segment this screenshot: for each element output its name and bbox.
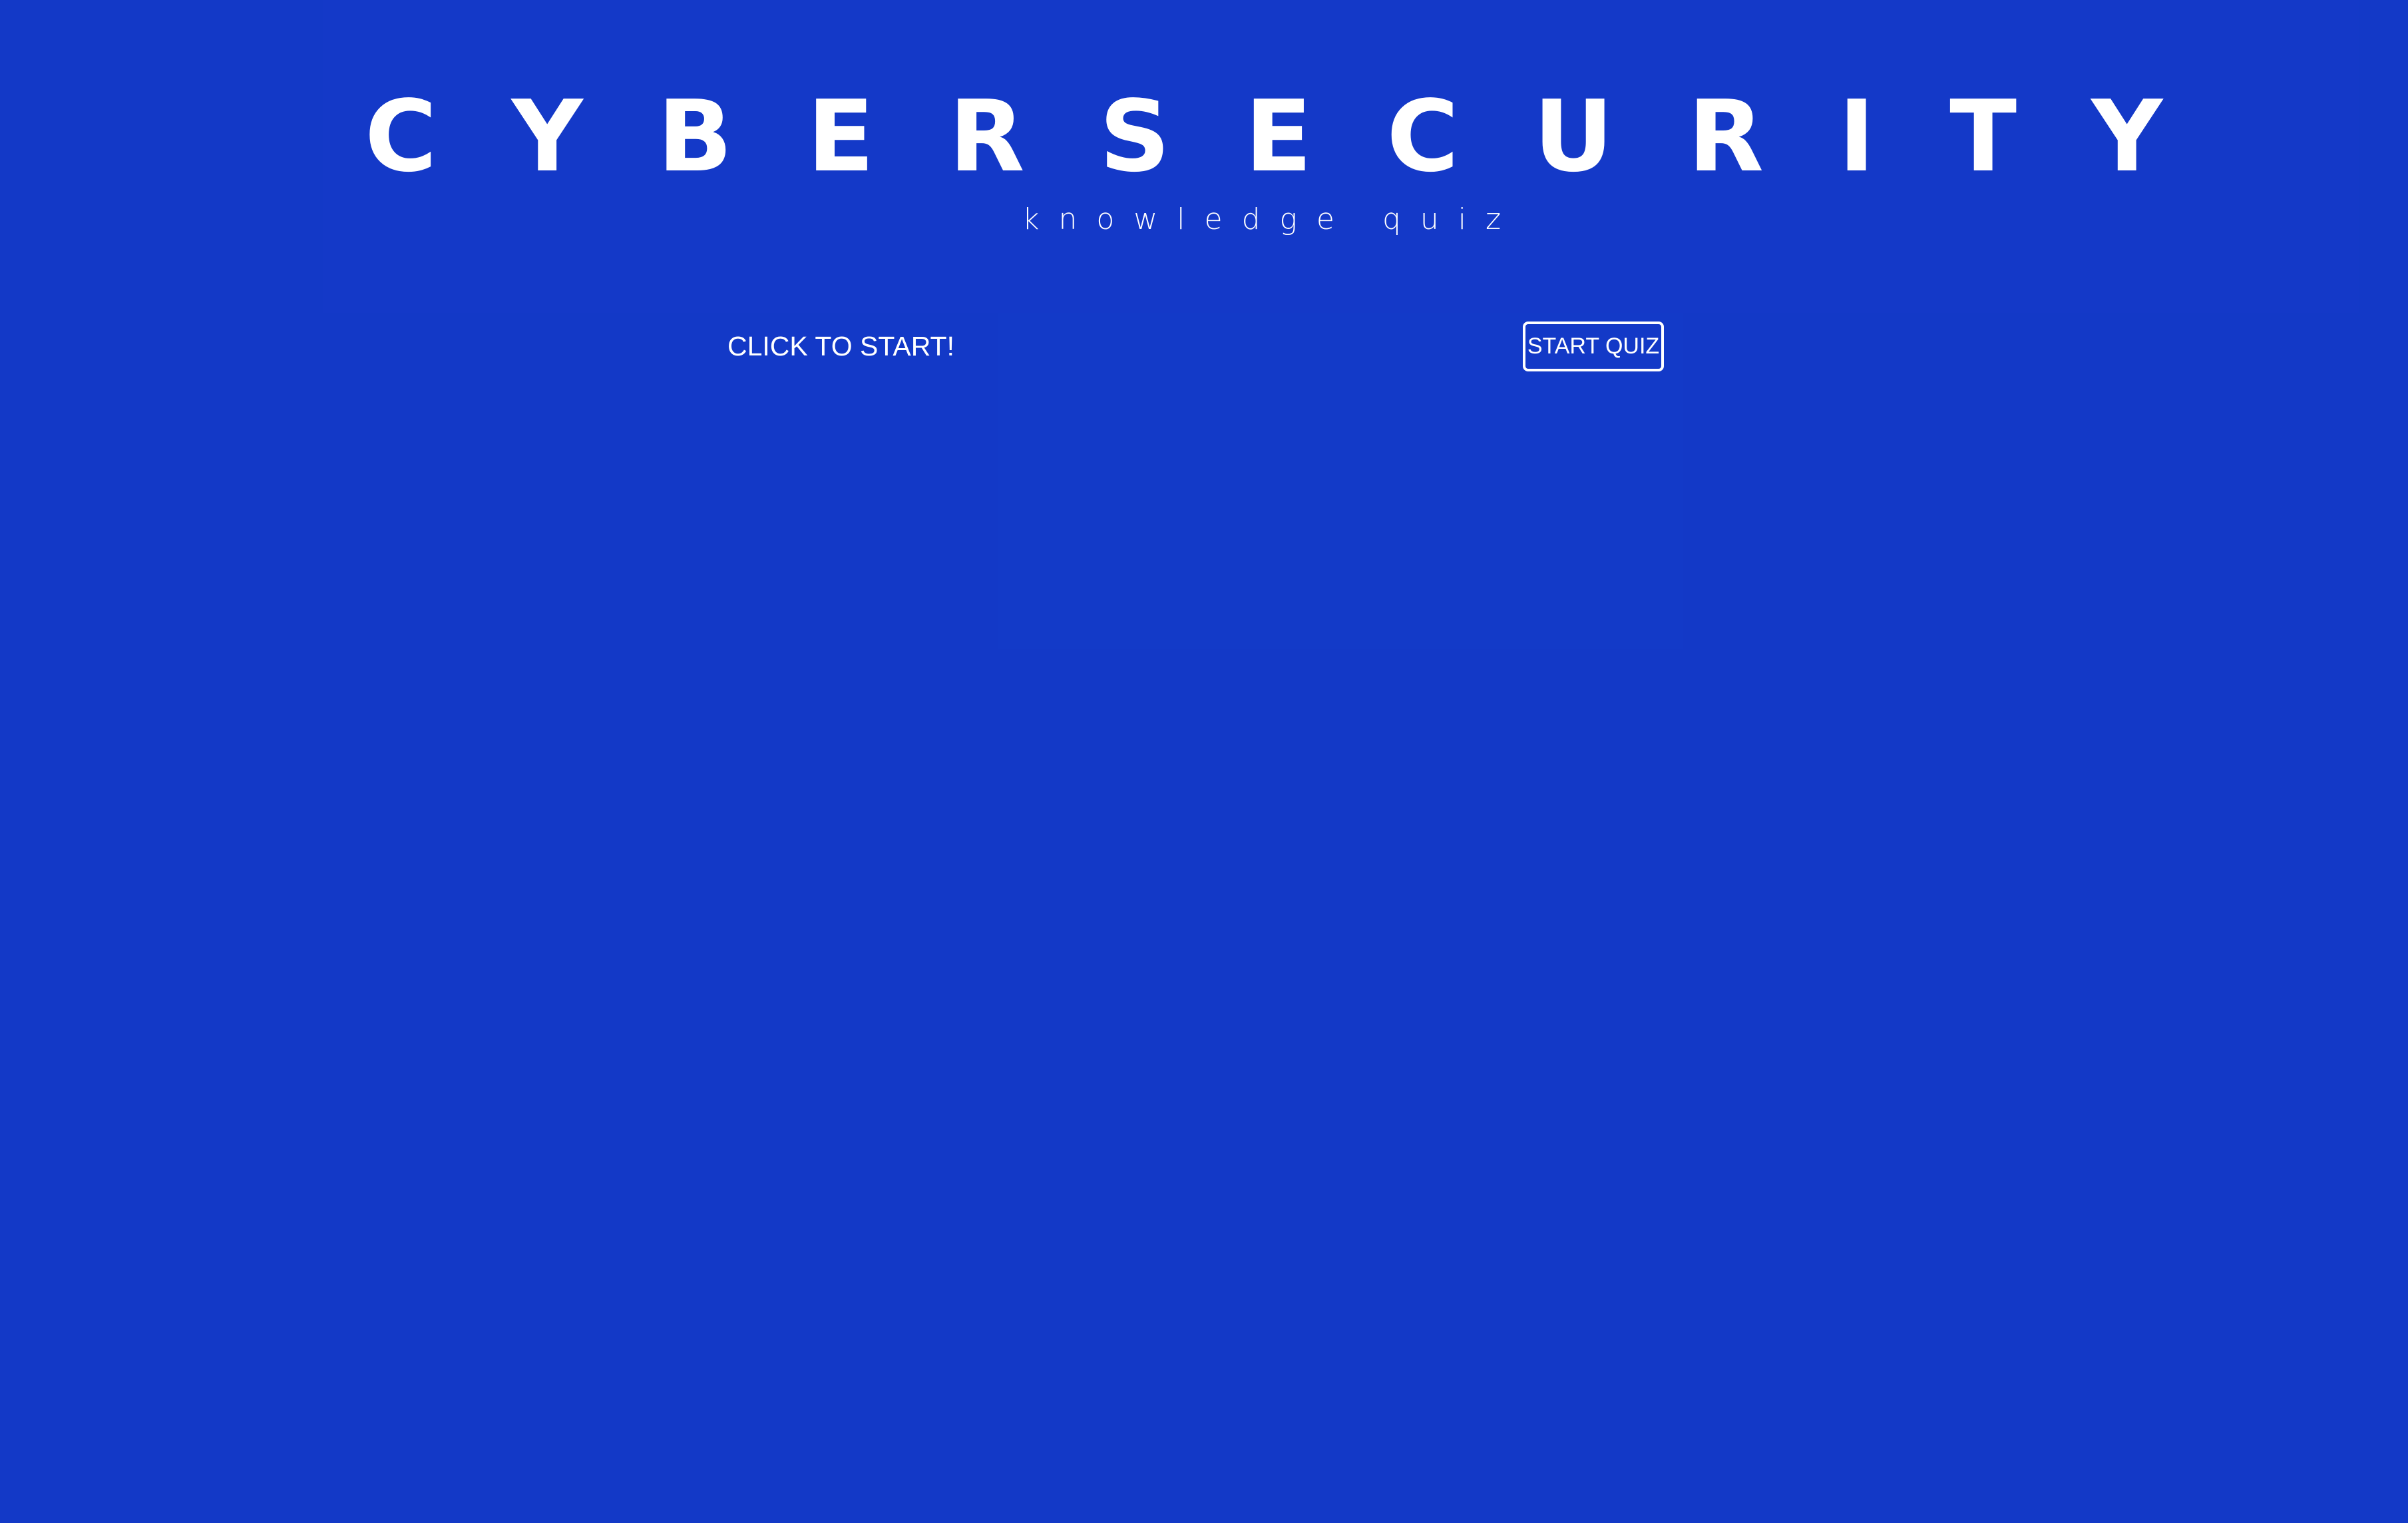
start-quiz-button[interactable]: START QUIZ [1523, 322, 1664, 371]
quiz-page: CYBERSECURITY knowledge quiz CLICK TO ST… [0, 0, 2408, 1523]
page-subtitle: knowledge quiz [1022, 202, 1521, 236]
start-prompt: CLICK TO START! [727, 331, 954, 361]
page-title: CYBERSECURITY [365, 79, 2238, 194]
